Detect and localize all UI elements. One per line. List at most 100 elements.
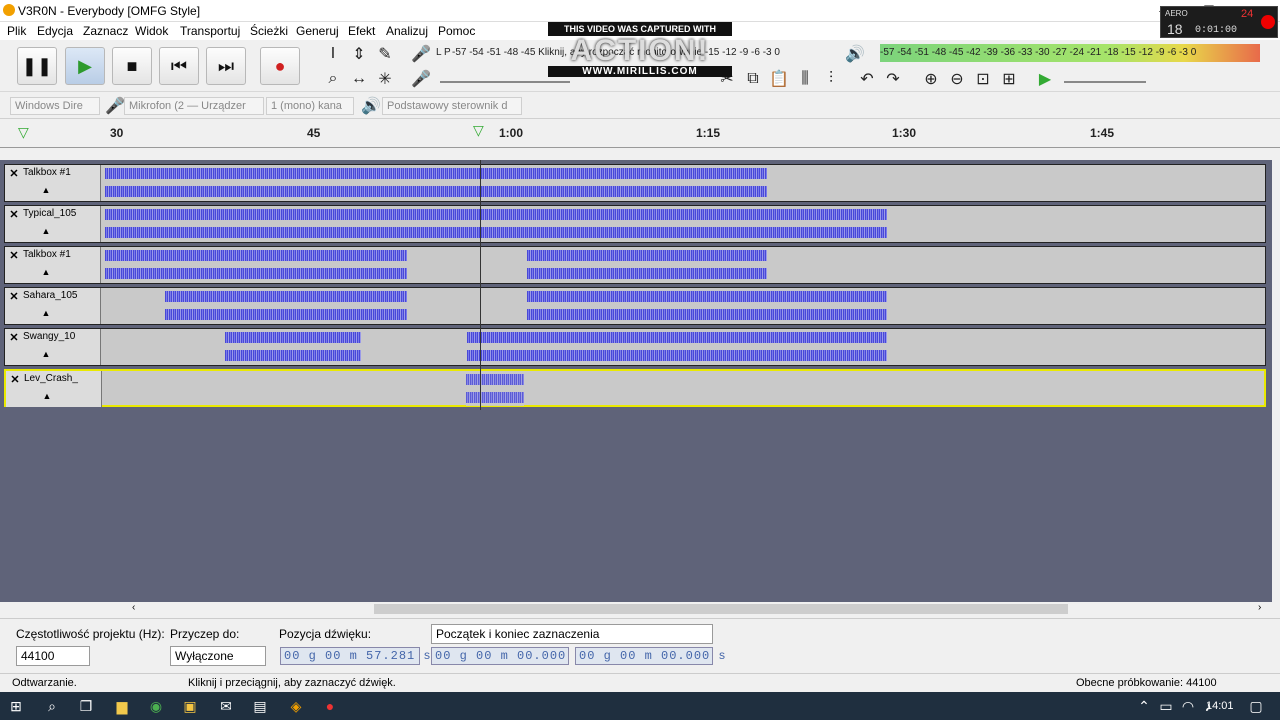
notifications-icon[interactable]: ▢: [1246, 696, 1266, 716]
track-close-icon[interactable]: ✕: [8, 373, 22, 387]
track-lev-crash[interactable]: ✕ Lev_Crash_ ▲: [4, 369, 1266, 407]
menu-sciezki[interactable]: Ścieżki: [250, 24, 288, 38]
selection-mode-select[interactable]: Początek i koniec zaznaczenia: [431, 624, 713, 644]
playback-speed-slider[interactable]: [1064, 81, 1146, 83]
envelope-tool-icon[interactable]: ⇕: [348, 43, 370, 65]
menu-efekt[interactable]: Efekt: [348, 24, 375, 38]
horizontal-scroll-thumb[interactable]: [374, 604, 1068, 614]
track-talkbox-1[interactable]: ✕ Talkbox #1 ▲: [4, 164, 1266, 202]
waveform-left[interactable]: [467, 329, 887, 346]
audacity-icon[interactable]: ◈: [286, 696, 306, 716]
waveform-left[interactable]: [527, 247, 767, 264]
audio-position-field[interactable]: 00 g 00 m 57.281 s: [280, 647, 431, 665]
track-close-icon[interactable]: ✕: [7, 331, 21, 345]
track-collapse-icon[interactable]: ▲: [39, 226, 53, 238]
menu-plik[interactable]: Plik: [7, 24, 26, 38]
menu-transportuj[interactable]: Transportuj: [180, 24, 240, 38]
track-collapse-icon[interactable]: ▲: [39, 267, 53, 279]
chrome-icon[interactable]: ◉: [146, 696, 166, 716]
track-control-panel[interactable]: ✕ Typical_105 ▲: [5, 206, 101, 242]
track-control-panel[interactable]: ✕ Talkbox #1 ▲: [5, 247, 101, 283]
selection-start-field[interactable]: 00 g 00 m 00.000 s: [431, 647, 582, 665]
track-close-icon[interactable]: ✕: [7, 290, 21, 304]
track-talkbox-1b[interactable]: ✕ Talkbox #1 ▲: [4, 246, 1266, 284]
scroll-right-icon[interactable]: ›: [1258, 602, 1261, 613]
store-icon[interactable]: ▣: [180, 696, 200, 716]
track-collapse-icon[interactable]: ▲: [39, 349, 53, 361]
menu-analizuj[interactable]: Analizuj: [386, 24, 428, 38]
tray-chevron-icon[interactable]: ⌃: [1134, 696, 1154, 716]
record-button[interactable]: ●: [260, 47, 300, 85]
track-control-panel[interactable]: ✕ Lev_Crash_ ▲: [6, 371, 102, 407]
menu-zaznacz[interactable]: Zaznacz: [83, 24, 128, 38]
mail-icon[interactable]: ✉: [216, 696, 236, 716]
copy-icon[interactable]: ⧉: [742, 68, 764, 90]
track-area[interactable]: ✕ Talkbox #1 ▲ ✕ Typical_105 ▲ ✕ Talkbox…: [0, 160, 1272, 602]
waveform-left[interactable]: [105, 206, 887, 223]
track-close-icon[interactable]: ✕: [7, 208, 21, 222]
start-icon[interactable]: ⊞: [6, 696, 26, 716]
waveform-right[interactable]: [466, 389, 524, 406]
menu-widok[interactable]: Widok: [135, 24, 168, 38]
zoom-tool-icon[interactable]: ⌕: [322, 68, 344, 90]
play-at-speed-icon[interactable]: ▶: [1034, 68, 1056, 90]
input-device-select[interactable]: Mikrofon (2 — Urządzer: [124, 97, 264, 115]
network-icon[interactable]: ◠: [1178, 696, 1198, 716]
track-control-panel[interactable]: ✕ Talkbox #1 ▲: [5, 165, 101, 201]
waveform-right[interactable]: [165, 306, 407, 323]
waveform-right[interactable]: [527, 265, 767, 282]
track-collapse-icon[interactable]: ▲: [39, 308, 53, 320]
waveform-right[interactable]: [467, 347, 887, 364]
stop-button[interactable]: ■: [112, 47, 152, 85]
menu-generuj[interactable]: Generuj: [296, 24, 339, 38]
track-control-panel[interactable]: ✕ Swangy_10 ▲: [5, 329, 101, 365]
save-icon[interactable]: ▤: [250, 696, 270, 716]
task-view-icon[interactable]: ❐: [76, 696, 96, 716]
track-name-menu[interactable]: Talkbox #1: [23, 167, 97, 181]
play-head-start-icon[interactable]: ▽: [18, 124, 29, 141]
waveform-right[interactable]: [527, 306, 887, 323]
play-head-icon[interactable]: ▽: [473, 122, 484, 139]
file-explorer-icon[interactable]: ▆: [112, 696, 132, 716]
waveform-right[interactable]: [105, 183, 767, 200]
track-collapse-icon[interactable]: ▲: [40, 391, 54, 403]
playback-meter[interactable]: -57 -54 -51 -48 -45 -42 -39 -36 -33 -30 …: [880, 44, 1260, 62]
snap-select[interactable]: Wyłączone: [170, 646, 266, 666]
paste-icon[interactable]: 📋: [768, 68, 790, 90]
timeline-ruler[interactable]: ▽ ▽ 30 45 1:00 1:15 1:30 1:45: [0, 120, 1280, 148]
waveform-left[interactable]: [165, 288, 407, 305]
skip-end-button[interactable]: ⏭: [206, 47, 246, 85]
undo-icon[interactable]: ↶: [856, 68, 878, 90]
waveform-left[interactable]: [105, 247, 407, 264]
draw-tool-icon[interactable]: ✎: [374, 43, 396, 65]
waveform-left[interactable]: [105, 165, 767, 182]
track-collapse-icon[interactable]: ▲: [39, 185, 53, 197]
audio-host-select[interactable]: Windows Dire: [10, 97, 100, 115]
pause-button[interactable]: ❚❚: [17, 47, 57, 85]
track-close-icon[interactable]: ✕: [7, 249, 21, 263]
battery-icon[interactable]: ▭: [1156, 696, 1176, 716]
track-typical-105[interactable]: ✕ Typical_105 ▲: [4, 205, 1266, 243]
horizontal-scrollbar[interactable]: ‹ ›: [130, 602, 1270, 616]
play-button[interactable]: ▶: [65, 47, 105, 85]
selection-tool-icon[interactable]: I: [322, 43, 344, 65]
output-device-select[interactable]: Podstawowy sterownik d: [382, 97, 522, 115]
fit-project-icon[interactable]: ⊞: [998, 68, 1020, 90]
waveform-right[interactable]: [105, 265, 407, 282]
redo-icon[interactable]: ↷: [882, 68, 904, 90]
record-meter-mic-icon[interactable]: 🎤: [410, 43, 432, 65]
track-name-menu[interactable]: Typical_105: [23, 208, 97, 222]
speaker-icon[interactable]: 🔊: [844, 43, 866, 65]
menu-edycja[interactable]: Edycja: [37, 24, 73, 38]
track-sahara-105[interactable]: ✕ Sahara_105 ▲: [4, 287, 1266, 325]
track-name-menu[interactable]: Sahara_105: [23, 290, 97, 304]
multi-tool-icon[interactable]: ✳: [374, 68, 396, 90]
menu-pomoc[interactable]: Pomoc: [438, 24, 475, 38]
waveform-right[interactable]: [105, 224, 887, 241]
track-close-icon[interactable]: ✕: [7, 167, 21, 181]
waveform-left[interactable]: [466, 371, 524, 388]
project-rate-select[interactable]: 44100: [16, 646, 90, 666]
fit-selection-icon[interactable]: ⊡: [972, 68, 994, 90]
search-icon[interactable]: ⌕: [42, 696, 62, 716]
waveform-left[interactable]: [225, 329, 361, 346]
